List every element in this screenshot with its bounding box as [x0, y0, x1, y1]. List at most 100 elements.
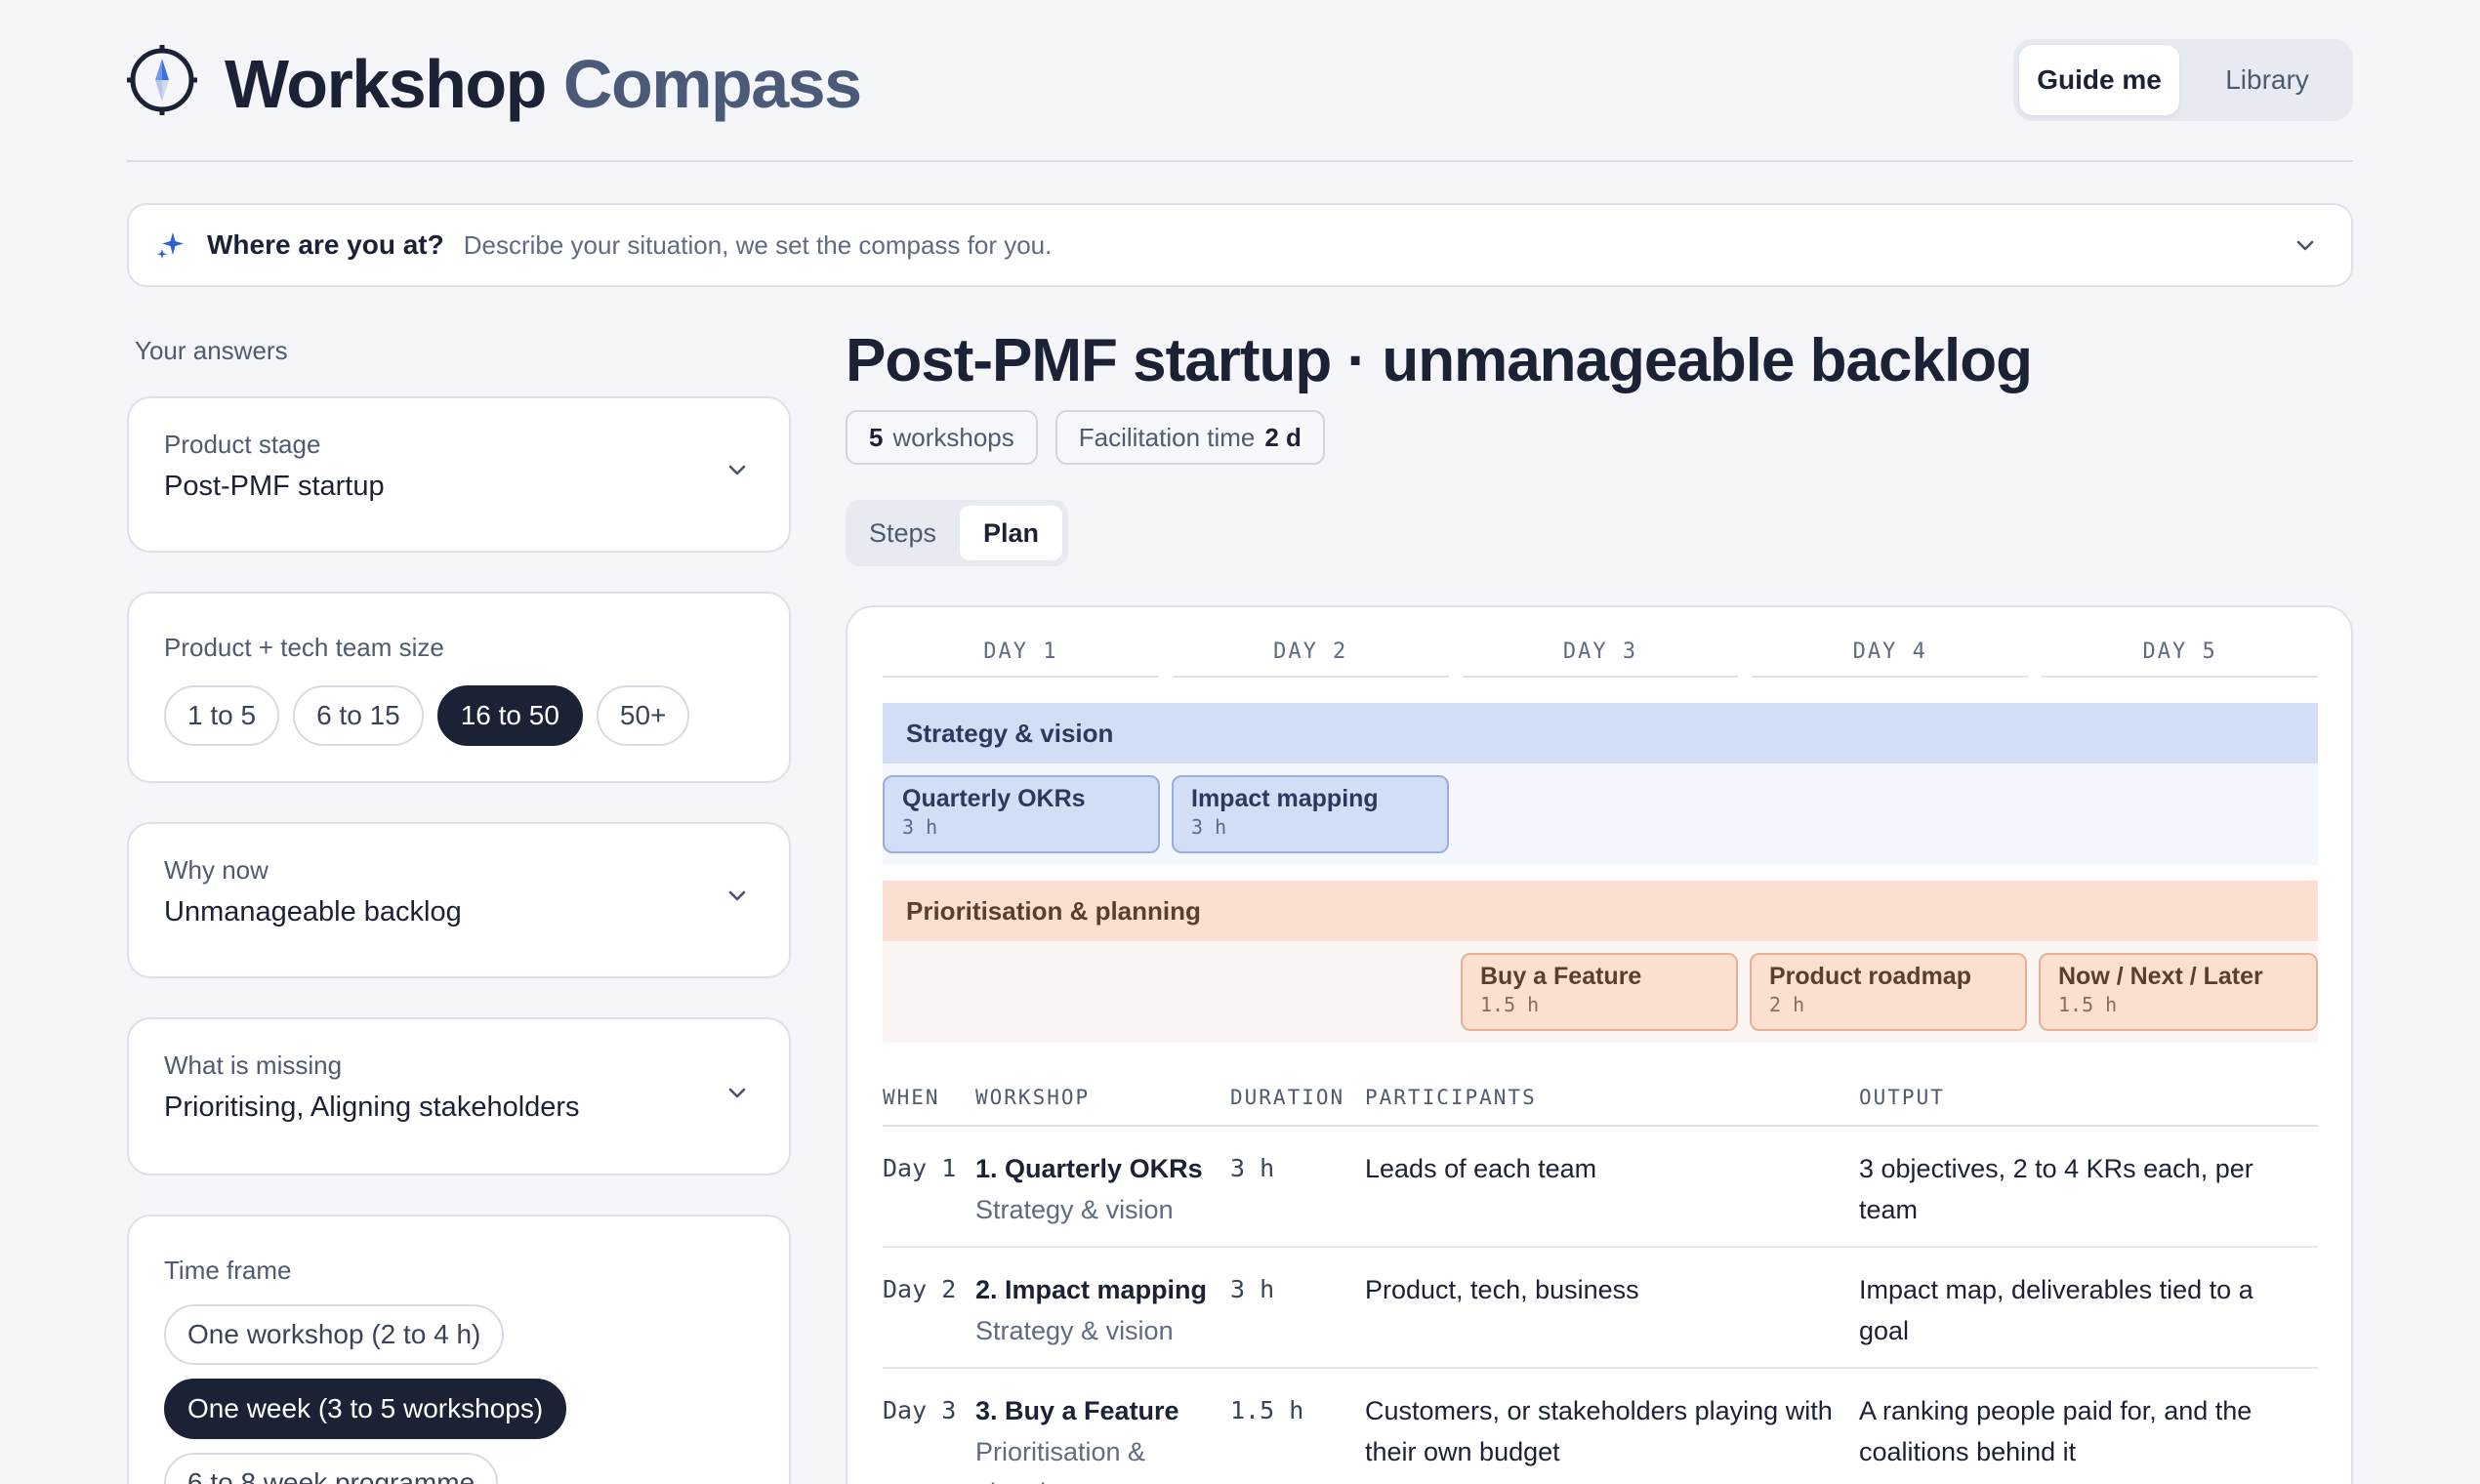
time-frame-options: One workshop (2 to 4 h) One week (3 to 5… — [164, 1304, 567, 1484]
why-now-value: Unmanageable backlog — [164, 896, 462, 928]
view-steps-tab[interactable]: Steps — [851, 506, 954, 560]
missing-label: What is missing — [164, 1051, 343, 1080]
row-participants: Customers, or stakeholders playing with … — [1365, 1396, 1833, 1466]
team-size-option[interactable]: 1 to 5 — [164, 685, 280, 746]
missing-value: Prioritising, Aligning stakeholders — [164, 1092, 580, 1123]
row-workshop: 2. Impact mapping Strategy & vision — [975, 1269, 1219, 1351]
row-participants: Product, tech, business — [1365, 1275, 1639, 1304]
brand-primary: Workshop — [225, 46, 547, 122]
facilitation-time-badge: Facilitation time 2 d — [1054, 410, 1325, 465]
day-header: DAY 4 — [1752, 637, 2029, 678]
time-frame-option[interactable]: 6 to 8 week programme — [164, 1453, 499, 1484]
band-title: Prioritisation & planning — [883, 881, 2318, 941]
workshop-block[interactable]: Quarterly OKRs 3 h — [883, 775, 1160, 853]
band-lane: Buy a Feature 1.5 h Product roadmap 2 h … — [883, 941, 2318, 1043]
row-workshop: 3. Buy a Feature Prioritisation & planni… — [975, 1390, 1219, 1484]
table-row[interactable]: Day 2 2. Impact mapping Strategy & visio… — [883, 1248, 2318, 1369]
row-duration: 3 h — [1230, 1275, 1275, 1303]
compass-icon — [127, 45, 197, 115]
brand-title: Workshop Compass — [225, 43, 862, 125]
workshops-count-badge: 5 workshops — [846, 410, 1038, 465]
band-prioritisation-planning: Prioritisation & planning Buy a Feature … — [883, 881, 2318, 1043]
table-row[interactable]: Day 3 3. Buy a Feature Prioritisation & … — [883, 1369, 2318, 1484]
workshop-block-duration: 2 h — [1769, 993, 1805, 1016]
workshop-block-duration: 3 h — [902, 815, 938, 839]
table-header: WHEN WORKSHOP DURATION PARTICIPANTS OUTP… — [883, 1076, 2318, 1127]
chevron-down-icon — [728, 1088, 746, 1098]
workshop-block-name: Quarterly OKRs — [902, 785, 1086, 812]
why-now-label: Why now — [164, 855, 269, 885]
facilitation-value: 2 d — [1264, 422, 1302, 452]
facilitation-label: Facilitation time — [1078, 422, 1256, 452]
result-badges: 5 workshops Facilitation time 2 d — [846, 410, 1325, 465]
row-output: 3 objectives, 2 to 4 KRs each, per team — [1859, 1154, 2253, 1224]
col-workshop: WORKSHOP — [975, 1086, 1091, 1109]
col-duration: DURATION — [1230, 1086, 1345, 1109]
day-header: DAY 5 — [2042, 637, 2318, 678]
chevron-down-icon[interactable] — [2293, 232, 2318, 258]
row-when: Day 2 — [883, 1275, 957, 1303]
plan-panel: DAY 1 DAY 2 DAY 3 DAY 4 DAY 5 Strategy &… — [846, 605, 2353, 1484]
row-workshop-theme: Prioritisation & planning — [975, 1437, 1146, 1484]
team-size-option[interactable]: 50+ — [596, 685, 690, 746]
row-output: A ranking people paid for, and the coali… — [1859, 1396, 2253, 1466]
workshop-block-duration: 1.5 h — [1480, 993, 1540, 1016]
brand-secondary: Compass — [562, 46, 862, 122]
row-workshop-title: 3. Buy a Feature — [975, 1396, 1179, 1425]
product-stage-select[interactable]: Product stage Post-PMF startup — [127, 396, 791, 553]
workshops-label: workshops — [892, 422, 1014, 452]
workshop-block-duration: 1.5 h — [2058, 993, 2118, 1016]
row-workshop: 1. Quarterly OKRs Strategy & vision — [975, 1148, 1219, 1230]
day-header: DAY 2 — [1172, 637, 1449, 678]
table-row[interactable]: Day 1 1. Quarterly OKRs Strategy & visio… — [883, 1127, 2318, 1248]
app-header: Workshop Compass Guide me Library — [127, 35, 2353, 162]
product-stage-label: Product stage — [164, 430, 321, 459]
missing-select[interactable]: What is missing Prioritising, Aligning s… — [127, 1017, 791, 1175]
col-output: OUTPUT — [1859, 1086, 1945, 1109]
row-workshop-theme: Strategy & vision — [975, 1195, 1174, 1224]
row-duration: 3 h — [1230, 1154, 1275, 1182]
row-workshop-theme: Strategy & vision — [975, 1316, 1174, 1345]
row-when: Day 1 — [883, 1154, 957, 1182]
main-nav: Guide me Library — [2013, 39, 2353, 121]
team-size-option-selected[interactable]: 16 to 50 — [436, 685, 583, 746]
nav-library[interactable]: Library — [2187, 45, 2347, 115]
workshop-block-duration: 3 h — [1191, 815, 1227, 839]
band-title: Strategy & vision — [883, 703, 2318, 763]
chevron-down-icon — [728, 465, 746, 475]
workshops-count: 5 — [869, 422, 884, 452]
row-when: Day 3 — [883, 1396, 957, 1424]
workshop-block-name: Product roadmap — [1769, 963, 1971, 990]
workshop-block-name: Now / Next / Later — [2058, 963, 2263, 990]
time-frame-option[interactable]: One workshop (2 to 4 h) — [164, 1304, 505, 1365]
day-header: DAY 3 — [1462, 637, 1739, 678]
workshop-block-name: Impact mapping — [1191, 785, 1379, 812]
row-output: Impact map, deliverables tied to a goal — [1859, 1275, 2253, 1345]
band-lane: Quarterly OKRs 3 h Impact mapping 3 h — [883, 763, 2318, 865]
product-stage-value: Post-PMF startup — [164, 471, 385, 502]
row-duration: 1.5 h — [1230, 1396, 1304, 1424]
team-size-option[interactable]: 6 to 15 — [293, 685, 424, 746]
row-participants: Leads of each team — [1365, 1154, 1597, 1183]
workshop-block[interactable]: Impact mapping 3 h — [1172, 775, 1449, 853]
day-header: DAY 1 — [883, 637, 1159, 678]
row-workshop-title: 1. Quarterly OKRs — [975, 1154, 1203, 1183]
why-now-select[interactable]: Why now Unmanageable backlog — [127, 822, 791, 978]
band-strategy-vision: Strategy & vision Quarterly OKRs 3 h Imp… — [883, 703, 2318, 865]
workshop-block[interactable]: Now / Next / Later 1.5 h — [2039, 953, 2318, 1031]
workshop-block[interactable]: Product roadmap 2 h — [1750, 953, 2027, 1031]
workshop-block[interactable]: Buy a Feature 1.5 h — [1461, 953, 1738, 1031]
plan-table: WHEN WORKSHOP DURATION PARTICIPANTS OUTP… — [883, 1076, 2318, 1484]
view-plan-tab[interactable]: Plan — [960, 506, 1062, 560]
team-size-card: Product + tech team size 1 to 5 6 to 15 … — [127, 592, 791, 783]
day-headers: DAY 1 DAY 2 DAY 3 DAY 4 DAY 5 — [883, 637, 2318, 678]
col-participants: PARTICIPANTS — [1365, 1086, 1537, 1109]
nav-guide-me[interactable]: Guide me — [2019, 45, 2179, 115]
view-toggle: Steps Plan — [846, 500, 1068, 566]
time-frame-option-selected[interactable]: One week (3 to 5 workshops) — [164, 1379, 567, 1439]
chevron-down-icon — [728, 890, 746, 901]
time-frame-card: Time frame One workshop (2 to 4 h) One w… — [127, 1215, 791, 1484]
workshop-block-name: Buy a Feature — [1480, 963, 1642, 990]
result-title: Post-PMF startup · unmanageable backlog — [846, 327, 2033, 394]
situation-bar[interactable]: Where are you at? Describe your situatio… — [127, 203, 2353, 287]
